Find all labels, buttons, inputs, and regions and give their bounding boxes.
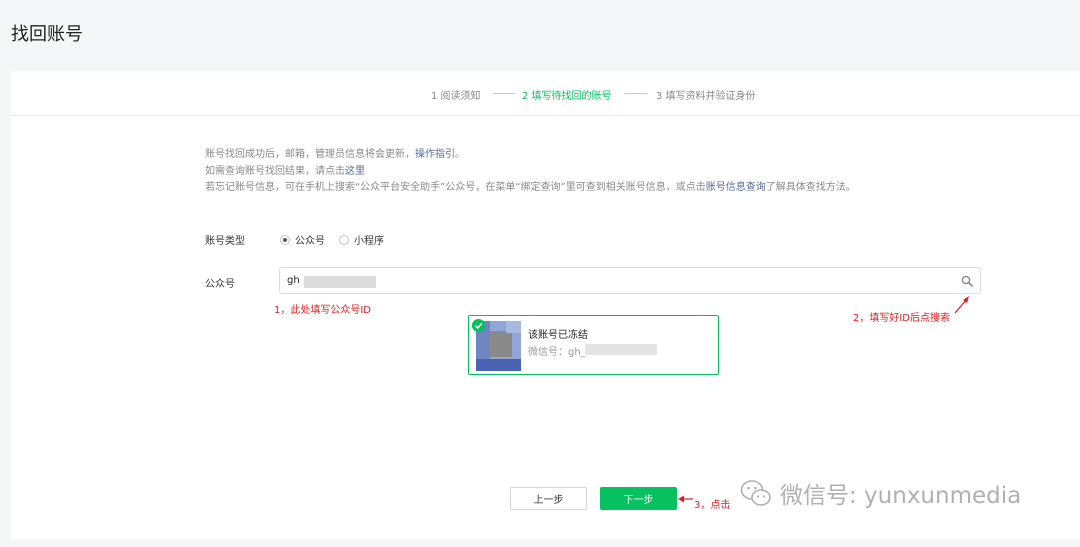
search-icon[interactable] [961, 275, 973, 287]
step-3: 3 填写资料并验证身份 [656, 91, 756, 102]
prev-step-button[interactable]: 上一步 [510, 487, 587, 510]
main-card: 1 阅读须知 2 填写待找回的账号 3 填写资料并验证身份 账号找回成功后，邮箱… [11, 71, 1080, 539]
page-title: 找回账号 [11, 24, 83, 45]
annotation-search: 2，填写好ID后点搜索 [853, 313, 951, 324]
wechat-logo-icon [740, 480, 771, 506]
search-result-card[interactable]: 该账号已冻结 微信号：gh_ [468, 315, 719, 375]
annotation-fill-id: 1，此处填写公众号ID [274, 305, 372, 316]
step-indicator: 1 阅读须知 2 填写待找回的账号 3 填写资料并验证身份 [11, 71, 1080, 116]
annotation-arrow-left-icon [678, 495, 693, 503]
watermark: 微信号: yunxunmedia [740, 476, 1021, 510]
step-1: 1 阅读须知 [431, 91, 481, 102]
account-id-search-input[interactable]: gh [279, 267, 981, 294]
instructions: 账号找回成功后，邮箱，管理员信息将会更新，操作指引。 如需查询账号找回结果，请点… [205, 147, 856, 197]
step-separator [493, 93, 515, 94]
next-step-button[interactable]: 下一步 [600, 487, 677, 510]
redacted-wechat-id [585, 344, 657, 355]
account-type-radio-group: 公众号 小程序 [280, 232, 398, 247]
query-result-link[interactable]: 这里 [345, 166, 365, 177]
account-type-label: 账号类型 [205, 236, 245, 247]
redacted-id [304, 276, 376, 288]
annotation-arrow-icon [954, 296, 969, 314]
account-label: 公众号 [205, 279, 235, 290]
selected-check-icon [472, 319, 485, 332]
step-2-active: 2 填写待找回的账号 [522, 91, 612, 102]
radio-mini-program[interactable]: 小程序 [339, 232, 384, 247]
result-account-status: 该账号已冻结 [528, 330, 588, 341]
result-account-id: 微信号：gh_ [528, 347, 586, 358]
annotation-click: 3，点击 [694, 500, 731, 511]
account-info-query-link[interactable]: 账号信息查询 [706, 182, 766, 193]
step-separator [625, 93, 647, 94]
radio-unchecked-icon [339, 234, 349, 245]
search-input-value: gh [287, 275, 300, 286]
watermark-text: 微信号: yunxunmedia [780, 483, 1022, 509]
radio-official-account[interactable]: 公众号 [280, 232, 325, 247]
instruction-line-3: 若忘记账号信息，可在手机上搜索“公众平台安全助手”公众号，在菜单“绑定查询”里可… [205, 182, 856, 193]
operation-guide-link[interactable]: 操作指引 [415, 149, 455, 160]
instruction-line-2: 如需查询账号找回结果，请点击这里 [205, 165, 365, 177]
instruction-line-1: 账号找回成功后，邮箱，管理员信息将会更新，操作指引。 [205, 149, 465, 160]
radio-checked-icon [280, 234, 290, 245]
